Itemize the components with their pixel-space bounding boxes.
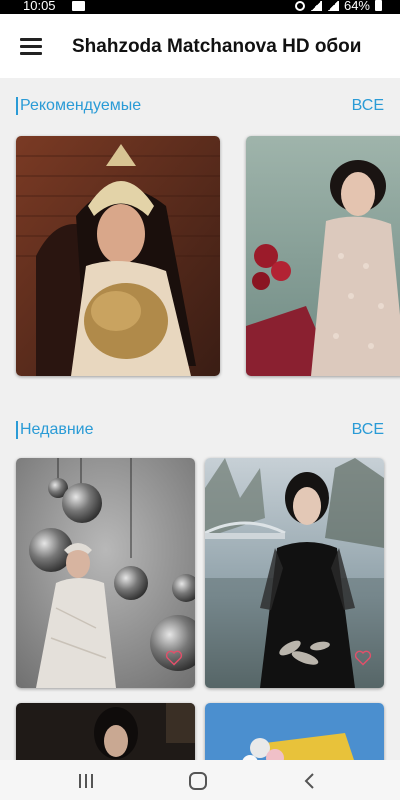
wallpaper-image bbox=[16, 136, 220, 376]
heart-icon[interactable] bbox=[165, 650, 183, 666]
battery-percent: 64% bbox=[343, 0, 370, 13]
cell-signal-icon bbox=[326, 0, 339, 11]
status-time: 10:05 bbox=[23, 0, 56, 13]
section-recent-header: Недавние ВСЕ bbox=[16, 421, 384, 443]
app-bar: Shahzoda Matchanova HD обои bbox=[0, 14, 400, 78]
app-title: Shahzoda Matchanova HD обои bbox=[72, 36, 362, 57]
wallpaper-card-recommended-2[interactable] bbox=[246, 136, 400, 376]
home-icon[interactable] bbox=[178, 766, 218, 796]
back-icon[interactable] bbox=[290, 766, 330, 796]
status-bar: 10:05 64% bbox=[0, 0, 400, 14]
wallpaper-card-recommended-1[interactable] bbox=[16, 136, 220, 376]
section-recent-title: Недавние bbox=[16, 421, 94, 439]
section-recommended-header: Рекомендуемые ВСЕ bbox=[16, 97, 384, 119]
wifi-signal-icon bbox=[309, 0, 322, 11]
section-recommended-all-button[interactable]: ВСЕ bbox=[352, 97, 384, 115]
heart-icon[interactable] bbox=[354, 650, 372, 666]
wallpaper-card-recent-2[interactable] bbox=[205, 458, 384, 688]
section-recent-all-button[interactable]: ВСЕ bbox=[352, 421, 384, 439]
menu-icon[interactable] bbox=[20, 38, 42, 56]
wallpaper-card-recent-1[interactable] bbox=[16, 458, 195, 688]
recents-icon[interactable] bbox=[66, 766, 106, 796]
image-notification-icon bbox=[72, 1, 85, 11]
system-nav-bar bbox=[0, 760, 400, 800]
alarm-icon bbox=[294, 0, 305, 11]
section-recommended-title: Рекомендуемые bbox=[16, 97, 141, 115]
wallpaper-image bbox=[246, 136, 400, 376]
battery-icon bbox=[375, 0, 382, 11]
status-right: 64% bbox=[294, 0, 382, 13]
